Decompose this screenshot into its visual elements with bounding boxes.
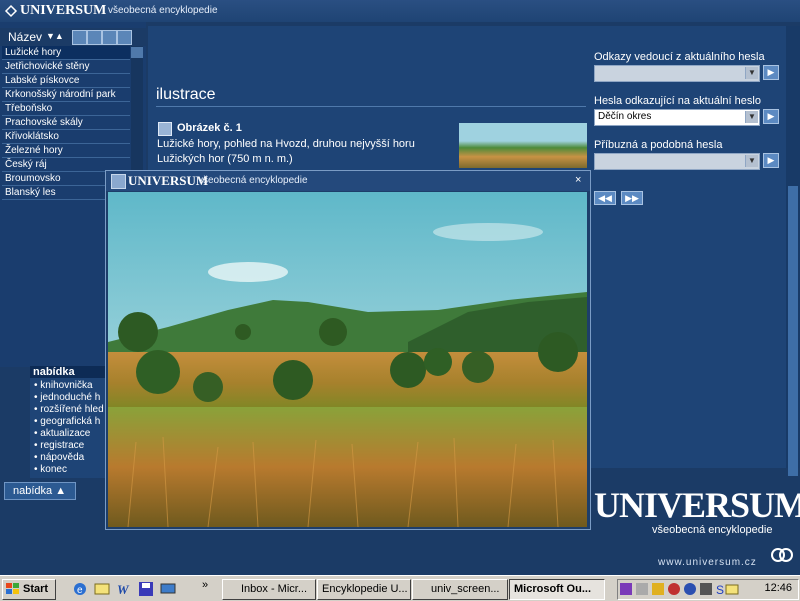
publisher-logo-icon bbox=[771, 548, 793, 562]
app-logo: UNIVERSUM bbox=[20, 3, 107, 18]
menu-item[interactable]: • registrace bbox=[34, 440, 84, 451]
taskbar-button-screenshot[interactable]: univ_screen... bbox=[412, 579, 508, 600]
section-divider bbox=[156, 106, 586, 107]
list-item[interactable]: Jetřichovické stěny bbox=[2, 60, 130, 74]
related-go-button[interactable]: ▶ bbox=[763, 153, 779, 168]
links-go-button[interactable]: ▶ bbox=[763, 65, 779, 80]
main-scrollbar[interactable] bbox=[786, 26, 800, 476]
viewer-subtitle: všeobecná encyklopedie bbox=[198, 175, 308, 186]
taskbar-button-outlook[interactable]: Microsoft Ou... bbox=[509, 579, 605, 600]
menu-item[interactable]: • rozšířené hled bbox=[34, 404, 104, 415]
image-viewer-window: UNIVERSUM všeobecná encyklopedie × bbox=[105, 170, 591, 530]
links-label: Odkazy vedoucí z aktuálního hesla bbox=[594, 51, 765, 63]
scroll-up-button[interactable] bbox=[131, 47, 143, 58]
menu-item[interactable]: • jednoduché h bbox=[34, 392, 100, 403]
menu-item[interactable]: • konec bbox=[34, 464, 67, 475]
close-icon[interactable]: × bbox=[575, 174, 581, 186]
universum-logo-icon bbox=[4, 4, 18, 18]
chevron-down-icon: ▼ bbox=[745, 67, 758, 79]
related-dropdown[interactable]: ▼ bbox=[594, 153, 760, 170]
app-title-bar: UNIVERSUM všeobecná encyklopedie bbox=[0, 0, 800, 22]
tray-icons[interactable]: S bbox=[620, 581, 740, 597]
landscape-photo bbox=[108, 192, 587, 527]
viewer-logo: UNIVERSUM bbox=[128, 173, 209, 188]
list-tool-button-2[interactable] bbox=[87, 30, 102, 45]
brand-subtitle: všeobecná encyklopedie bbox=[652, 524, 773, 536]
list-tool-button-3[interactable] bbox=[102, 30, 117, 45]
list-item[interactable]: Lužické hory bbox=[2, 46, 130, 60]
list-item[interactable]: Křivoklátsko bbox=[2, 130, 130, 144]
chevron-down-icon: ▼ bbox=[745, 155, 758, 167]
svg-text:W: W bbox=[117, 582, 130, 597]
taskbar-button-encyclopedia[interactable]: Encyklopedie U... bbox=[317, 579, 411, 600]
taskbar: Start e W » Inbox - Micr... Encyklopedie… bbox=[0, 575, 800, 601]
taskbar-button-inbox[interactable]: Inbox - Micr... bbox=[222, 579, 316, 600]
brand-url: www.universum.cz bbox=[658, 557, 757, 568]
menu-toggle-button[interactable]: nabídka ▲ bbox=[4, 482, 76, 500]
list-item[interactable]: Labské pískovce bbox=[2, 74, 130, 88]
forward-button[interactable]: ▶▶ bbox=[621, 191, 643, 205]
backlinks-label: Hesla odkazující na aktuální heslo bbox=[594, 95, 761, 107]
svg-text:S: S bbox=[716, 583, 724, 597]
list-item[interactable]: Železné hory bbox=[2, 144, 130, 158]
related-label: Příbuzná a podobná hesla bbox=[594, 139, 723, 151]
image-thumbnail[interactable] bbox=[459, 123, 587, 168]
system-tray: S 12:46 bbox=[617, 579, 799, 600]
menu-title: nabídka bbox=[30, 366, 109, 378]
image-description: Lužické hory, pohled na Hvozd, druhou ne… bbox=[157, 138, 415, 165]
list-item[interactable]: Krkonošský národní park bbox=[2, 88, 130, 102]
start-button[interactable]: Start bbox=[2, 579, 56, 600]
menu-item[interactable]: • nápověda bbox=[34, 452, 84, 463]
list-header: Název ▼▲ bbox=[0, 28, 146, 46]
list-scrollbar[interactable] bbox=[131, 46, 143, 186]
list-tool-button-1[interactable] bbox=[72, 30, 87, 45]
viewer-title-bar[interactable]: UNIVERSUM všeobecná encyklopedie × bbox=[106, 171, 590, 191]
menu-item[interactable]: • geografická h bbox=[34, 416, 100, 427]
app-subtitle: všeobecná encyklopedie bbox=[108, 5, 218, 16]
viewer-icon bbox=[111, 174, 126, 189]
save-disk-icon[interactable] bbox=[138, 581, 154, 597]
clock: 12:46 bbox=[764, 582, 792, 594]
brand-logo: UNIVERSUM bbox=[594, 485, 800, 525]
list-item[interactable]: Třeboňsko bbox=[2, 102, 130, 116]
internet-explorer-icon[interactable]: e bbox=[72, 581, 88, 597]
word-icon[interactable]: W bbox=[116, 581, 132, 597]
list-tool-button-4[interactable] bbox=[117, 30, 132, 45]
outlook-express-icon[interactable] bbox=[94, 581, 110, 597]
quicklaunch-overflow-icon[interactable]: » bbox=[202, 579, 208, 591]
name-column-label[interactable]: Název bbox=[8, 30, 42, 44]
backlinks-go-button[interactable]: ▶ bbox=[763, 109, 779, 124]
list-item[interactable]: Prachovské skály bbox=[2, 116, 130, 130]
windows-logo-icon bbox=[6, 583, 19, 594]
svg-text:e: e bbox=[77, 585, 83, 596]
sort-toggle-icon[interactable]: ▼▲ bbox=[46, 31, 64, 41]
image-title: Obrázek č. 1 bbox=[177, 122, 242, 134]
desktop-icon[interactable] bbox=[160, 581, 176, 597]
image-icon[interactable] bbox=[158, 122, 172, 136]
links-dropdown[interactable]: ▼ bbox=[594, 65, 760, 82]
backlinks-dropdown[interactable]: Děčín okres ▼ bbox=[594, 109, 760, 126]
scroll-thumb[interactable] bbox=[788, 186, 798, 476]
back-button[interactable]: ◀◀ bbox=[594, 191, 616, 205]
section-title: ilustrace bbox=[156, 86, 216, 103]
menu-item[interactable]: • knihovnička bbox=[34, 380, 93, 391]
menu-item[interactable]: • aktualizace bbox=[34, 428, 90, 439]
chevron-down-icon: ▼ bbox=[745, 111, 758, 123]
